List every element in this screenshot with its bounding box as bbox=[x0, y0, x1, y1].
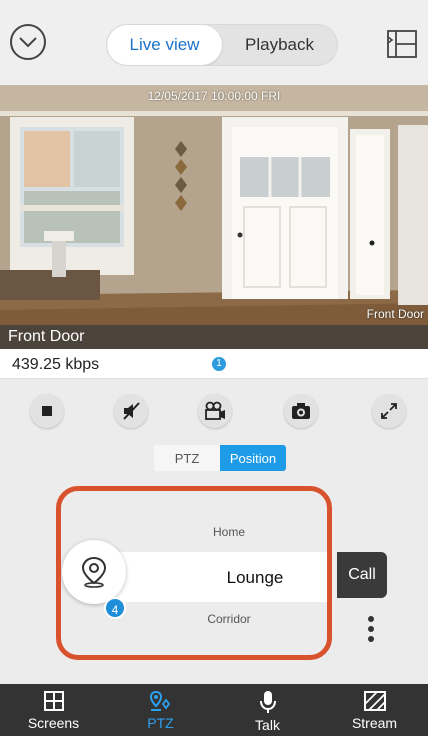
split-layout-icon[interactable] bbox=[386, 28, 418, 60]
speaker-muted-icon bbox=[123, 402, 140, 420]
nav-talk-label: Talk bbox=[255, 717, 280, 733]
tab-position[interactable]: Position bbox=[220, 445, 286, 471]
expand-icon bbox=[381, 403, 397, 419]
grid-icon bbox=[43, 691, 64, 711]
view-mode-switch: Live view Playback bbox=[106, 24, 338, 66]
fullscreen-button[interactable] bbox=[372, 394, 406, 428]
stop-icon bbox=[42, 406, 52, 416]
nav-stream[interactable]: Stream bbox=[321, 684, 428, 736]
tab-playback[interactable]: Playback bbox=[222, 25, 337, 65]
video-frame bbox=[0, 85, 428, 349]
snapshot-button[interactable] bbox=[284, 394, 318, 428]
video-camera-icon bbox=[205, 401, 225, 420]
ptz-mode-tabs: PTZ Position bbox=[154, 445, 286, 471]
camera-title: Front Door bbox=[0, 325, 428, 349]
stop-button[interactable] bbox=[30, 394, 64, 428]
stream-icon bbox=[363, 691, 386, 711]
bitrate-readout: 439.25 kbps bbox=[12, 356, 100, 373]
nav-stream-label: Stream bbox=[351, 715, 398, 731]
microphone-icon bbox=[259, 691, 276, 713]
nav-ptz-label: PTZ bbox=[147, 715, 174, 731]
nav-screens[interactable]: Screens bbox=[0, 684, 107, 736]
page-indicator: 1 bbox=[212, 357, 226, 371]
nav-screens-label: Screens bbox=[27, 715, 80, 731]
video-feed[interactable]: 12/05/2017 10:00:00 FRI Front Door Front… bbox=[0, 85, 428, 349]
ptz-icon bbox=[149, 690, 170, 711]
nav-talk[interactable]: Talk bbox=[214, 684, 321, 736]
chevron-down-circle-icon[interactable] bbox=[10, 24, 46, 60]
bottom-navigation: Screens PTZ Talk Stream bbox=[0, 684, 428, 736]
camera-icon bbox=[292, 403, 310, 419]
nav-ptz[interactable]: PTZ bbox=[107, 684, 214, 736]
highlight-frame bbox=[56, 486, 332, 660]
record-button[interactable] bbox=[198, 394, 232, 428]
tab-live-view[interactable]: Live view bbox=[107, 25, 222, 65]
video-camera-label: Front Door bbox=[366, 307, 424, 321]
tab-ptz[interactable]: PTZ bbox=[154, 445, 220, 471]
video-timestamp: 12/05/2017 10:00:00 FRI bbox=[147, 89, 281, 103]
stream-info-bar: 439.25 kbps 1 bbox=[0, 349, 428, 379]
more-vertical-icon[interactable] bbox=[366, 616, 376, 646]
top-bar: Live view Playback bbox=[0, 0, 428, 85]
mute-button[interactable] bbox=[114, 394, 148, 428]
call-button[interactable]: Call bbox=[337, 552, 387, 598]
